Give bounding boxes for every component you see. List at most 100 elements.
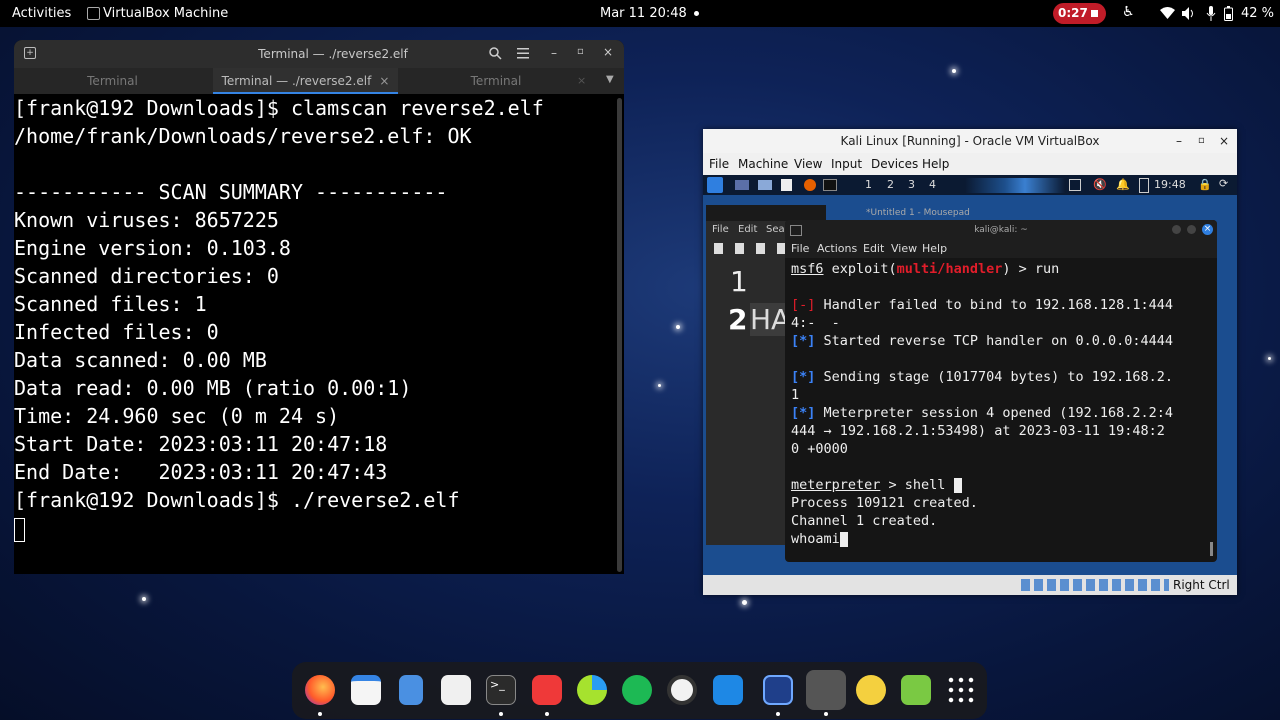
- battery-icon[interactable]: [1224, 6, 1233, 21]
- bug-app-icon[interactable]: [856, 675, 886, 705]
- clock[interactable]: Mar 11 20:48: [600, 6, 687, 21]
- star: [1268, 357, 1271, 360]
- open-file-icon[interactable]: [735, 243, 744, 254]
- menu-file[interactable]: File: [712, 224, 729, 235]
- minimize-icon[interactable]: –: [551, 46, 557, 60]
- menu-file[interactable]: File: [709, 157, 729, 171]
- terminal-line: End Date: 2023:03:11 20:47:43: [14, 460, 388, 484]
- vbox-titlebar[interactable]: Kali Linux [Running] - Oracle VM Virtual…: [703, 129, 1237, 153]
- refresh-icon[interactable]: ⟳: [1219, 177, 1228, 190]
- menu-actions[interactable]: Actions: [817, 242, 857, 255]
- chart-app-icon[interactable]: [577, 675, 607, 705]
- terminal-output[interactable]: [frank@192 Downloads]$ clamscan reverse2…: [14, 94, 610, 574]
- kali-terminal-scrollbar[interactable]: [1210, 542, 1213, 556]
- close-icon[interactable]: ×: [603, 45, 613, 59]
- terminal-line: Channel 1 created.: [791, 513, 938, 529]
- tab-terminal-1[interactable]: Terminal: [14, 68, 211, 94]
- host-terminal-window[interactable]: + Terminal — ./reverse2.elf – ▫ × Termin…: [14, 40, 624, 574]
- app-grid-icon[interactable]: [946, 675, 976, 705]
- kali-terminal-titlebar[interactable]: kali@kali: ~ ×: [785, 220, 1217, 240]
- close-icon[interactable]: ×: [1219, 129, 1229, 153]
- wifi-icon[interactable]: [1160, 7, 1175, 20]
- accessibility-icon[interactable]: ♿: [1122, 4, 1135, 20]
- mute-icon[interactable]: 🔇: [1093, 178, 1107, 191]
- volume-icon[interactable]: [1182, 7, 1197, 20]
- tab-terminal-active[interactable]: Terminal — ./reverse2.elf ×: [213, 68, 398, 94]
- kali-clock[interactable]: 19:48: [1154, 178, 1186, 191]
- mousepad-titlebar[interactable]: *Untitled 1 - Mousepad: [706, 205, 970, 221]
- kali-terminal-output[interactable]: msf6 exploit(multi/handler) > run [-] Ha…: [791, 260, 1205, 548]
- battery-small-icon[interactable]: [1139, 178, 1149, 193]
- minimize-icon[interactable]: –: [1176, 129, 1182, 153]
- firefox-icon[interactable]: [305, 675, 335, 705]
- menu-machine[interactable]: Machine: [738, 157, 788, 171]
- close-icon[interactable]: ×: [1202, 224, 1213, 235]
- workspace-4[interactable]: 4: [929, 178, 936, 191]
- bell-icon[interactable]: 🔔: [1116, 178, 1130, 191]
- firefox-small-icon[interactable]: [804, 179, 816, 191]
- maximize-icon[interactable]: [1187, 225, 1196, 234]
- menu-help[interactable]: Help: [922, 157, 949, 171]
- close-tab-icon[interactable]: ×: [379, 74, 389, 88]
- trash-icon[interactable]: [901, 675, 931, 705]
- vscode-icon[interactable]: [713, 675, 743, 705]
- menu-search[interactable]: Sea: [766, 224, 785, 235]
- menu-view[interactable]: View: [794, 157, 822, 171]
- folder-icon[interactable]: [758, 180, 772, 190]
- terminal-line: Process 109121 created.: [791, 495, 978, 511]
- kali-terminal-menubar: File Actions Edit View Help: [785, 240, 1217, 258]
- vivaldi-icon[interactable]: [532, 675, 562, 705]
- guest-display[interactable]: 1 2 3 4 🔇 🔔 19:48 🔒 ⟳ *Untitled 1 - Mous…: [703, 175, 1237, 575]
- spotify-icon[interactable]: [622, 675, 652, 705]
- menu-devices[interactable]: Devices: [871, 157, 918, 171]
- menu-help[interactable]: Help: [922, 242, 947, 255]
- terminal-small-icon[interactable]: [823, 179, 837, 191]
- terminal-headerbar[interactable]: + Terminal — ./reverse2.elf – ▫ ×: [14, 40, 624, 68]
- star: [952, 69, 956, 73]
- menu-input[interactable]: Input: [831, 157, 862, 171]
- new-file-icon[interactable]: [714, 243, 723, 254]
- lock-icon[interactable]: 🔒: [1198, 178, 1212, 191]
- menu-edit[interactable]: Edit: [738, 224, 757, 235]
- network-icon[interactable]: [1069, 179, 1081, 191]
- menu-edit[interactable]: Edit: [863, 242, 884, 255]
- search-icon[interactable]: [489, 47, 502, 60]
- hamburger-menu-icon[interactable]: [517, 48, 529, 59]
- terminal-icon[interactable]: >_: [486, 675, 516, 705]
- kali-terminal-window[interactable]: kali@kali: ~ × File Actions Edit View He…: [785, 220, 1217, 562]
- close-tab-icon[interactable]: ×: [577, 74, 586, 87]
- calendar-icon[interactable]: [351, 675, 381, 705]
- status-device-icons[interactable]: [1021, 579, 1169, 591]
- workspace-3[interactable]: 3: [908, 178, 915, 191]
- save-file-icon[interactable]: [756, 243, 765, 254]
- tab-terminal-3[interactable]: Terminal: [400, 68, 592, 94]
- software-icon[interactable]: [441, 675, 471, 705]
- running-indicator: [824, 712, 828, 716]
- workspace-2[interactable]: 2: [887, 178, 894, 191]
- editor-icon[interactable]: [781, 179, 792, 191]
- star: [676, 325, 680, 329]
- microphone-icon[interactable]: [1206, 6, 1216, 21]
- menu-view[interactable]: View: [891, 242, 917, 255]
- files-icon[interactable]: [399, 675, 423, 705]
- running-indicator: [318, 712, 322, 716]
- maximize-icon[interactable]: ▫: [577, 46, 584, 57]
- screen-record-indicator[interactable]: 0:27: [1053, 3, 1106, 24]
- battery-percent: 42 %: [1241, 6, 1275, 21]
- taskbar-app-icon[interactable]: [735, 180, 749, 190]
- obs-icon[interactable]: [667, 675, 697, 705]
- virtualbox-window[interactable]: Kali Linux [Running] - Oracle VM Virtual…: [703, 129, 1237, 595]
- tab-list-dropdown-icon[interactable]: ▼: [606, 74, 614, 85]
- stop-icon[interactable]: [1091, 10, 1098, 17]
- workspace-1[interactable]: 1: [865, 178, 872, 191]
- menu-file[interactable]: File: [791, 242, 809, 255]
- terminal-scrollbar[interactable]: [617, 98, 622, 572]
- system-monitor-icon[interactable]: [763, 675, 793, 705]
- minimize-icon[interactable]: [1172, 225, 1181, 234]
- mousepad-title: *Untitled 1 - Mousepad: [866, 208, 970, 218]
- virtualbox-icon[interactable]: [806, 670, 846, 710]
- kali-menu-icon[interactable]: [707, 177, 723, 193]
- app-menu-button[interactable]: VirtualBox Machine: [103, 6, 228, 21]
- maximize-icon[interactable]: ▫: [1198, 129, 1205, 153]
- activities-button[interactable]: Activities: [12, 6, 71, 21]
